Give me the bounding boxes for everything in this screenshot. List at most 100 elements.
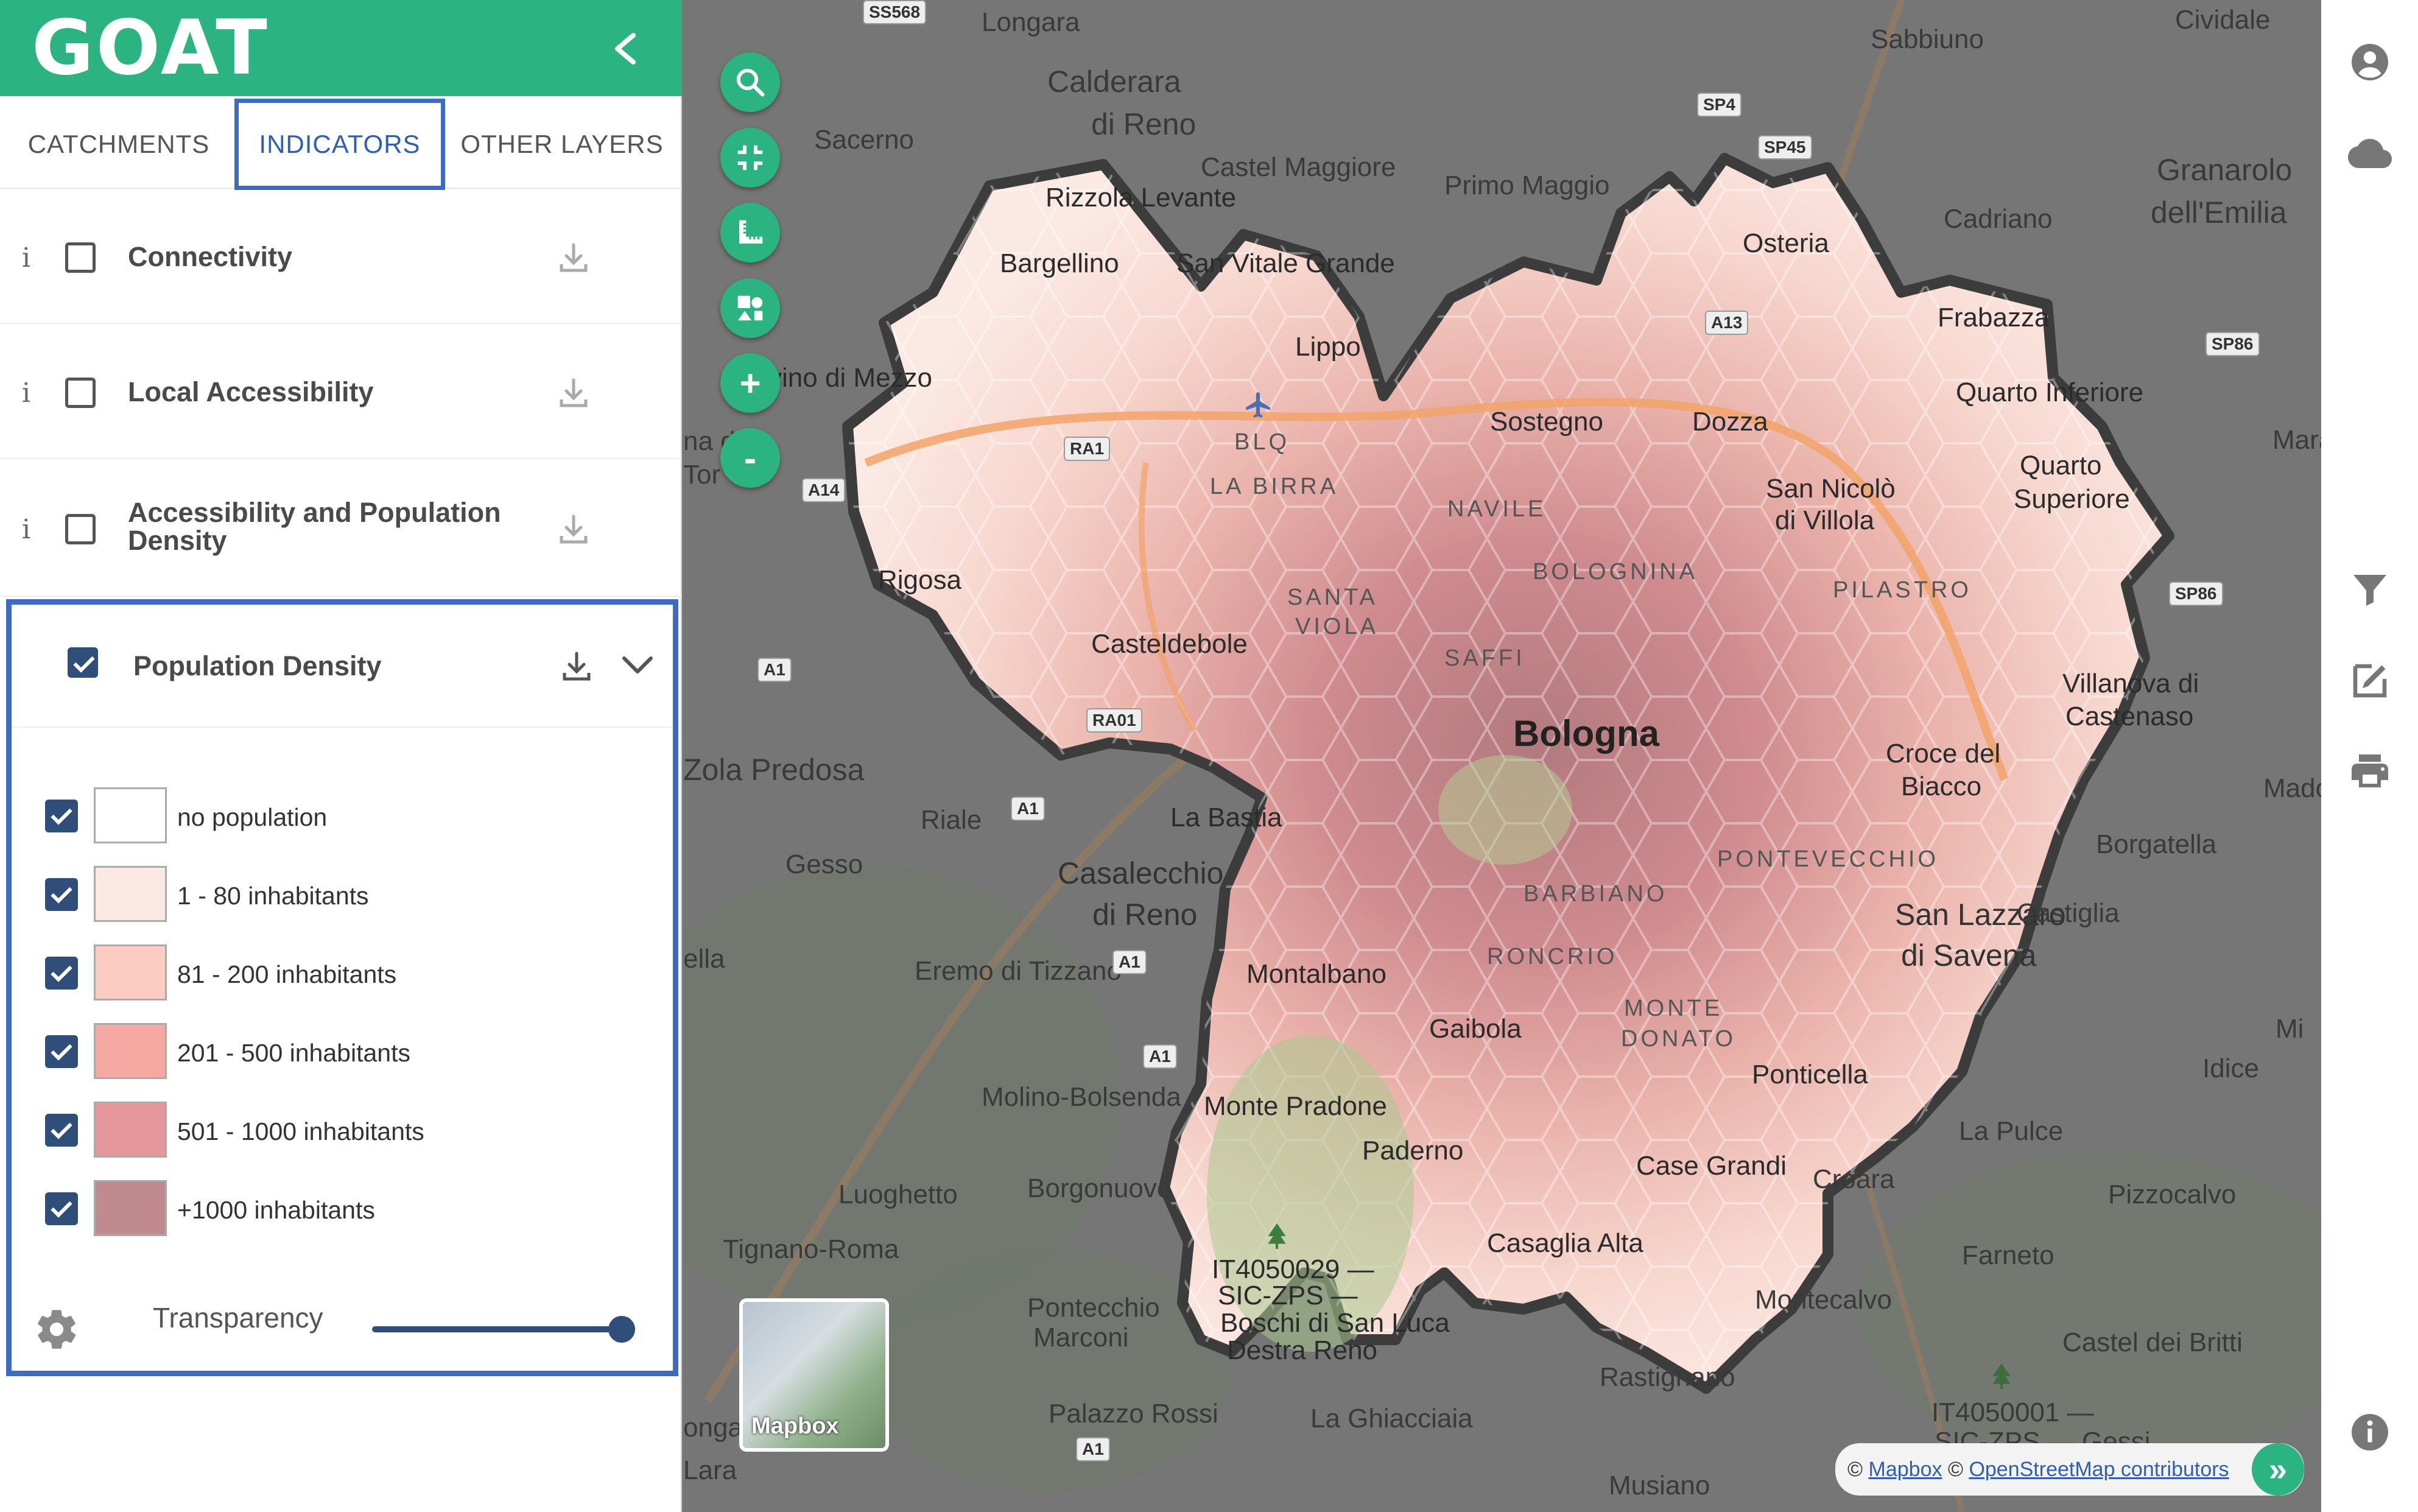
chevron-left-icon — [615, 33, 636, 65]
map-place-label: Gesso — [785, 849, 863, 879]
zoom-out-button[interactable]: - — [720, 428, 780, 488]
info-icon[interactable]: i — [22, 378, 30, 409]
sidebar: GOAT CATCHMENTS INDICATORS OTHER LAYERS … — [0, 0, 682, 1512]
layer-title: Connectivity — [128, 241, 293, 272]
map-place-label: Montalbano — [1246, 959, 1386, 989]
map-place-label: Montecalvo — [1755, 1285, 1893, 1315]
population-density-checkbox[interactable] — [68, 647, 98, 678]
map-place-label: Frabazza — [1938, 303, 2050, 332]
legend-item: 501 - 1000 inhabitants — [12, 1097, 673, 1164]
road-shield: SP86 — [2205, 332, 2260, 356]
tab-catchments[interactable]: CATCHMENTS — [6, 101, 231, 188]
map-place-label: Villanova di — [2062, 669, 2199, 698]
transparency-row: Transparency — [12, 1275, 673, 1360]
attribution-toggle-button[interactable]: » — [2252, 1443, 2304, 1496]
map-place-label: Luoghetto — [838, 1180, 958, 1209]
local-accessibility-checkbox[interactable] — [65, 378, 96, 408]
map-place-label: Dozza — [1692, 407, 1768, 437]
cloud-icon[interactable] — [2348, 132, 2392, 175]
map-view[interactable]: Longara Sabbiuno Cividale Calderara di R… — [683, 0, 2321, 1512]
map-place-label: Palazzo Rossi — [1049, 1399, 1218, 1429]
map-place-label: Primo Maggio — [1444, 171, 1610, 200]
measure-button[interactable] — [720, 203, 780, 262]
info-icon[interactable] — [2348, 1410, 2392, 1454]
osm-link[interactable]: OpenStreetMap contributors — [1969, 1458, 2229, 1481]
brand-bar: GOAT — [0, 0, 682, 96]
tab-indicators[interactable]: INDICATORS — [234, 99, 445, 190]
map-place-label: Idice — [2202, 1053, 2259, 1083]
map-place-label: VIOLA — [1295, 614, 1379, 639]
accessibility-population-checkbox[interactable] — [65, 514, 96, 544]
map-place-label: Quarto — [2020, 451, 2102, 480]
map-tools-button[interactable] — [720, 278, 780, 338]
gear-icon[interactable] — [33, 1306, 80, 1352]
transparency-slider-thumb[interactable] — [608, 1316, 635, 1343]
map-place-label: Longara — [982, 7, 1080, 37]
info-icon[interactable]: i — [22, 514, 30, 545]
map-place-label: Monte Pradone — [1204, 1091, 1387, 1121]
road-shield: SP4 — [1697, 93, 1741, 117]
search-icon — [736, 68, 765, 97]
legend-checkbox[interactable] — [45, 1192, 78, 1225]
map-place-label: Riale — [921, 805, 982, 835]
airport-icon — [1246, 392, 1270, 418]
map-place-label: Mara — [2272, 425, 2321, 455]
legend-checkbox[interactable] — [45, 800, 78, 832]
download-icon[interactable] — [555, 375, 592, 412]
mapbox-link[interactable]: Mapbox — [1869, 1458, 1942, 1481]
map-place-label: Case Grandi — [1636, 1151, 1787, 1181]
connectivity-checkbox[interactable] — [65, 242, 96, 273]
road-shield: SS568 — [863, 0, 927, 24]
map-place-label: Paderno — [1362, 1136, 1464, 1166]
print-icon[interactable] — [2348, 749, 2392, 793]
download-icon[interactable] — [555, 240, 592, 276]
population-density-header[interactable]: Population Density — [12, 605, 673, 728]
map-place-label: La Bastia — [1170, 803, 1282, 832]
zoom-in-button[interactable]: + — [720, 353, 780, 413]
map-place-label: Sabbiuno — [1871, 24, 1984, 54]
transparency-slider-track[interactable] — [372, 1326, 619, 1332]
map-place-label: Granarolo — [2157, 153, 2293, 187]
minus-icon: - — [744, 437, 756, 479]
map-place-label: Musiano — [1609, 1471, 1710, 1500]
map-place-label: Marconi — [1033, 1323, 1129, 1352]
zoom-to-extent-button[interactable] — [720, 128, 780, 188]
map-place-label: Castel Maggiore — [1201, 152, 1396, 182]
map-place-label: Cividale — [2175, 5, 2271, 35]
map-place-label: Croara — [1813, 1164, 1895, 1194]
info-icon[interactable]: i — [22, 242, 30, 273]
account-icon[interactable] — [2348, 40, 2392, 84]
basemap-label: Mapbox — [751, 1413, 839, 1439]
map-place-label: Cadriano — [1944, 204, 2053, 234]
map-place-label: Biacco — [1901, 772, 1982, 801]
map-attribution: © Mapbox © OpenStreetMap contributors » — [1835, 1443, 2304, 1496]
chevron-down-icon[interactable] — [620, 653, 655, 678]
tab-other-layers[interactable]: OTHER LAYERS — [452, 101, 672, 188]
population-density-panel: Population Density no population 1 - 80 … — [6, 599, 678, 1376]
legend-checkbox[interactable] — [45, 1035, 78, 1068]
map-place-label: Destra Reno — [1227, 1335, 1378, 1365]
filter-icon[interactable] — [2348, 568, 2392, 611]
legend-checkbox[interactable] — [45, 957, 78, 990]
shapes-icon — [737, 295, 763, 321]
legend-checkbox[interactable] — [45, 878, 78, 911]
map-place-label: di Villola — [1775, 505, 1875, 535]
collapse-sidebar-button[interactable] — [603, 27, 647, 71]
map-place-label: Rigosa — [878, 565, 961, 595]
map-place-label: PILASTRO — [1833, 577, 1972, 603]
legend-label: 81 - 200 inhabitants — [177, 960, 397, 988]
basemap-switcher[interactable]: Mapbox — [739, 1298, 889, 1452]
map-place-label: di Reno — [1092, 898, 1198, 932]
legend-checkbox[interactable] — [45, 1114, 78, 1147]
download-icon[interactable] — [555, 512, 592, 548]
search-button[interactable] — [720, 52, 780, 112]
map-place-label: Sacerno — [814, 125, 914, 155]
map-place-label: Superiore — [2014, 484, 2130, 514]
map-canvas — [683, 0, 2321, 1512]
legend-label: +1000 inhabitants — [177, 1196, 375, 1224]
edit-icon[interactable] — [2348, 659, 2392, 703]
layer-title-line1: Accessibility and Population — [128, 497, 501, 528]
download-icon[interactable] — [558, 649, 595, 685]
layer-title: Population Density — [133, 650, 382, 681]
legend-item: no population — [12, 782, 673, 849]
